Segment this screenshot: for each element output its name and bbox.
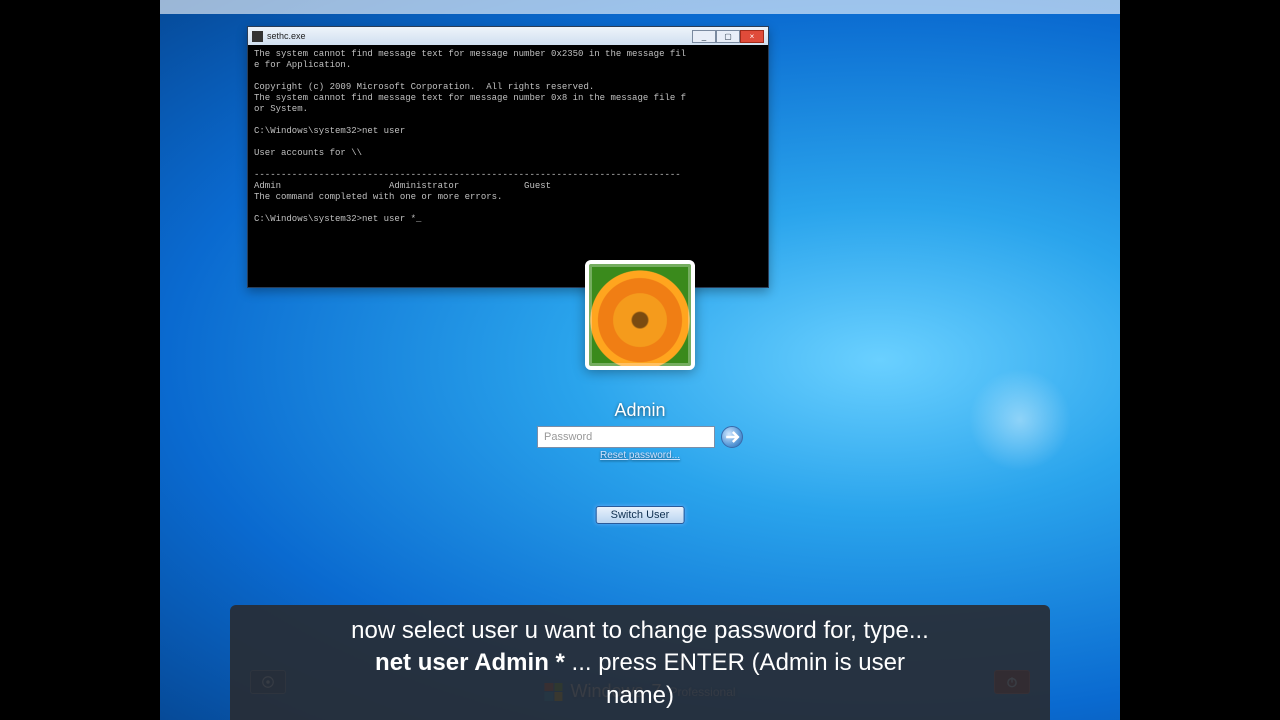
win7-login-desktop: sethc.exe _ ▢ × The system cannot find m… xyxy=(160,0,1120,720)
close-button[interactable]: × xyxy=(740,30,764,43)
username-label: Admin xyxy=(614,400,665,421)
submit-button[interactable] xyxy=(721,426,743,448)
caption-line2: ... press ENTER (Admin is user xyxy=(565,649,905,676)
terminal-output[interactable]: The system cannot find message text for … xyxy=(248,45,768,287)
top-trim xyxy=(160,0,1120,14)
caption-line2-bold: net user Admin * xyxy=(375,649,565,676)
caption-line3: name) xyxy=(606,682,674,709)
titlebar[interactable]: sethc.exe _ ▢ × xyxy=(248,27,768,45)
subtitle-caption: now select user u want to change passwor… xyxy=(230,605,1050,720)
switch-user-button[interactable]: Switch User xyxy=(596,506,685,524)
reset-password-link[interactable]: Reset password... xyxy=(600,450,680,461)
user-avatar[interactable] xyxy=(585,260,695,370)
window-title: sethc.exe xyxy=(267,31,306,41)
cmd-window[interactable]: sethc.exe _ ▢ × The system cannot find m… xyxy=(247,26,769,288)
password-input[interactable]: Password xyxy=(537,426,715,448)
caption-line1: now select user u want to change passwor… xyxy=(351,617,929,644)
minimize-button[interactable]: _ xyxy=(692,30,716,43)
maximize-button[interactable]: ▢ xyxy=(716,30,740,43)
cmd-icon xyxy=(252,31,263,42)
